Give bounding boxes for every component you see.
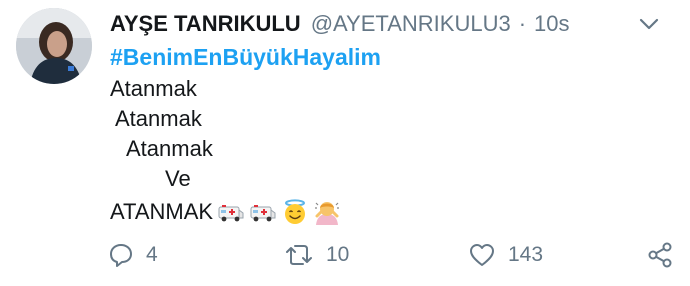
- reply-count: 4: [146, 243, 158, 266]
- smiling-face-with-halo-emoji: [281, 198, 309, 226]
- separator-dot: ·: [518, 11, 527, 36]
- reply-button[interactable]: 4: [108, 238, 158, 272]
- tweet-header: AYŞE TANRIKULU @AYETANRIKULU3 · 10s: [110, 9, 670, 39]
- retweet-button[interactable]: 10: [284, 238, 349, 272]
- ambulance-emoji: [217, 198, 245, 226]
- tweet-text-line: Ve: [165, 166, 191, 191]
- author-handle[interactable]: @AYETANRIKULU3: [311, 11, 511, 37]
- tweet-text-line-last: ATANMAK: [110, 198, 341, 226]
- tweet-text-word: ATANMAK: [110, 199, 214, 224]
- like-count: 143: [508, 243, 544, 266]
- avatar-image: [16, 8, 92, 84]
- tweet-text-line: Atanmak: [110, 76, 197, 101]
- retweet-icon: [286, 245, 312, 265]
- tweet-actions: 4 10 143: [108, 238, 674, 272]
- timestamp[interactable]: 10s: [534, 11, 569, 37]
- share-button[interactable]: [646, 238, 674, 272]
- avatar[interactable]: [16, 8, 92, 84]
- tweet-text-line: Atanmak: [115, 106, 202, 131]
- share-icon: [648, 242, 672, 268]
- ambulance-emoji: [249, 198, 277, 226]
- author-name[interactable]: AYŞE TANRIKULU: [110, 11, 301, 37]
- person-bowing-emoji: [313, 198, 341, 226]
- reply-icon: [110, 244, 132, 267]
- hashtag-link[interactable]: #BenimEnBüyükHayalim: [110, 44, 381, 71]
- chevron-down-icon[interactable]: [636, 11, 662, 37]
- like-button[interactable]: 143: [468, 238, 543, 272]
- tweet-text-line: Atanmak: [126, 136, 213, 161]
- retweet-count: 10: [326, 243, 350, 266]
- heart-icon: [470, 244, 494, 266]
